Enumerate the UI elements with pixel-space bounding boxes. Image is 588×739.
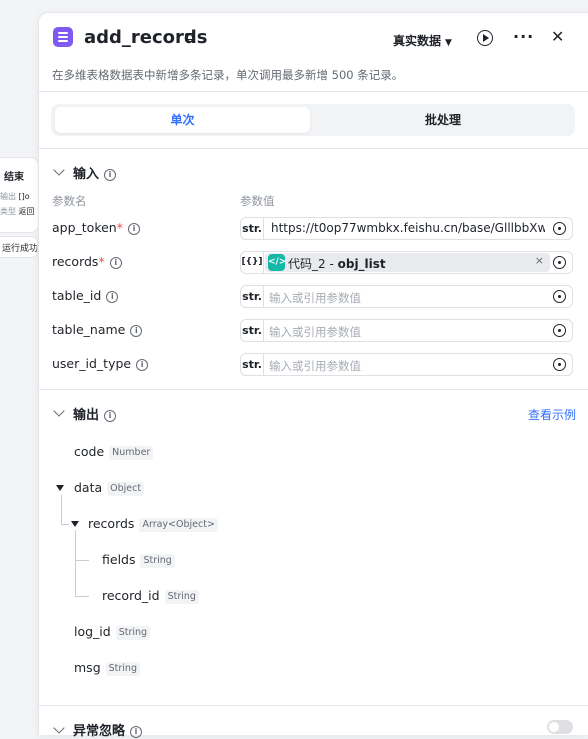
reference-icon[interactable] [553,358,566,371]
variable-reference-chip[interactable]: </> 代码_2 - obj_list × [265,253,550,272]
output-field: record_id String [102,588,199,604]
param-label-table-name: table_name i [52,322,143,337]
type-badge: str. [241,320,264,341]
type-badge: str. [241,218,264,239]
divider [39,389,588,390]
reference-text: 代码_2 - obj_list [288,257,386,271]
divider [39,148,588,149]
output-field: code Number [74,444,154,460]
end-node-output-row: 输出 []o [0,192,30,201]
output-field: fields String [102,552,175,568]
plugin-list-icon [53,27,73,47]
app-token-value[interactable]: https://t0op77wmbkx.feishu.cn/base/Glllb… [271,221,545,235]
output-section-title: 输出 i [73,404,117,423]
more-icon[interactable]: ··· [513,27,534,46]
chevron-down-icon[interactable] [53,722,65,734]
app-token-field[interactable]: str. https://t0op77wmbkx.feishu.cn/base/… [240,217,573,240]
close-icon[interactable]: ✕ [551,27,564,46]
bookmark-icon[interactable] [185,33,195,42]
play-icon[interactable] [477,30,493,46]
chevron-down-icon[interactable] [53,164,65,176]
tab-single[interactable]: 单次 [55,107,310,133]
table-name-placeholder: 输入或引用参数值 [269,325,361,339]
info-icon[interactable]: i [104,409,117,422]
canvas-background [0,0,40,734]
exception-toggle[interactable] [547,720,573,734]
info-icon[interactable]: i [136,358,149,371]
caret-down-icon: ▼ [445,38,452,48]
table-id-placeholder: 输入或引用参数值 [269,291,361,305]
input-section-title: 输入 i [73,163,117,182]
column-header-value: 参数值 [240,194,275,208]
tree-line [61,495,62,525]
output-field: log_id String [74,624,151,640]
run-status-badge: 运行成功 [0,236,38,258]
table-name-field[interactable]: str. 输入或引用参数值 [240,319,573,342]
divider [39,705,588,706]
column-header-name: 参数名 [52,194,87,208]
view-example-link[interactable]: 查看示例 [528,406,576,423]
output-field: data Object [74,480,145,496]
info-icon[interactable]: i [130,324,143,337]
tree-line [75,530,76,597]
panel-header: add_records 真实数据 ▼ ··· ✕ [39,13,588,65]
user-id-type-field[interactable]: str. 输入或引用参数值 [240,353,573,376]
param-label-table-id: table_id i [52,288,119,303]
param-label-app-token: app_token* i [52,220,140,235]
exception-section-title: 异常忽略 i [73,720,143,739]
divider [39,91,588,92]
run-mode-tabs: 单次 批处理 [51,104,575,136]
type-badge: [{}] [241,252,264,273]
output-field: msg String [74,660,140,676]
caret-down-icon[interactable] [71,521,79,527]
remove-icon[interactable]: × [535,254,544,267]
end-node-type-row: 类型 返回 [0,207,35,216]
info-icon[interactable]: i [127,222,140,235]
info-icon[interactable]: i [109,256,122,269]
tree-line [75,596,89,597]
reference-icon[interactable] [553,324,566,337]
end-node-title: 结束 [4,172,24,183]
type-badge: str. [241,354,264,375]
tree-line [75,560,89,561]
data-mode-dropdown[interactable]: 真实数据 ▼ [393,32,452,49]
end-node-card[interactable]: 结束 输出 []o 类型 返回 [0,157,39,233]
records-field[interactable]: [{}] </> 代码_2 - obj_list × [240,251,573,274]
param-label-records: records* i [52,254,122,269]
info-icon[interactable]: i [104,168,117,181]
reference-icon[interactable] [553,222,566,235]
tree-line [61,524,69,525]
user-id-type-placeholder: 输入或引用参数值 [269,359,361,373]
info-icon[interactable]: i [106,290,119,303]
panel-description: 在多维表格数据表中新增多条记录，单次调用最多新增 500 条记录。 [52,68,404,82]
reference-icon[interactable] [553,290,566,303]
table-id-field[interactable]: str. 输入或引用参数值 [240,285,573,308]
chevron-down-icon[interactable] [53,405,65,417]
node-config-panel: add_records 真实数据 ▼ ··· ✕ 在多维表格数据表中新增多条记录，… [38,12,588,739]
info-icon[interactable]: i [130,725,143,738]
output-field: records Array<Object> [88,516,218,532]
reference-icon[interactable] [553,256,566,269]
caret-down-icon[interactable] [56,485,64,491]
type-badge: str. [241,286,264,307]
param-label-user-id-type: user_id_type i [52,356,149,371]
tab-batch[interactable]: 批处理 [315,107,571,133]
code-icon: </> [268,254,286,271]
